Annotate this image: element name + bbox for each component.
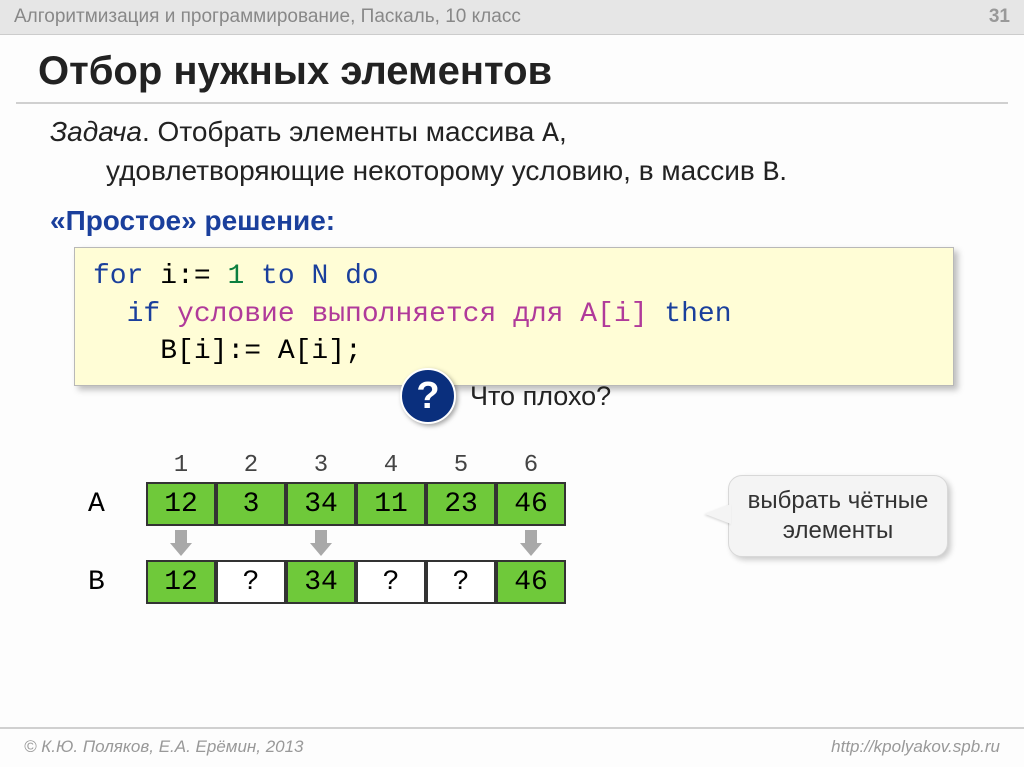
task-array-b: B [762, 158, 779, 189]
arrow-down-icon [310, 530, 332, 556]
question-text: Что плохо? [470, 381, 611, 412]
idx-2: 2 [216, 452, 286, 482]
slide-content: Отбор нужных элементов Задача. Отобрать … [0, 35, 1024, 604]
b-cell-3: 34 [286, 560, 356, 604]
literal-one: 1 [227, 261, 244, 292]
condition-text: условие выполняется для A[i] [160, 299, 647, 330]
select-even-callout: выбрать чётные элементы [728, 475, 948, 557]
breadcrumb: Алгоритмизация и программирование, Паска… [14, 6, 521, 28]
array-a-label: A [88, 489, 146, 520]
array-b-label: B [88, 567, 146, 598]
footer: © К.Ю. Поляков, Е.А. Ерёмин, 2013 http:/… [0, 727, 1024, 767]
a-cell-2: 3 [216, 482, 286, 526]
kw-if: if [93, 299, 160, 330]
a-cell-5: 23 [426, 482, 496, 526]
idx-6: 6 [496, 452, 566, 482]
page-number: 31 [989, 6, 1010, 28]
idx-4: 4 [356, 452, 426, 482]
question-mark-icon: ? [400, 368, 456, 424]
divider [16, 102, 1008, 104]
b-cell-2: ? [216, 560, 286, 604]
arrow-down-icon [520, 530, 542, 556]
b-cell-4: ? [356, 560, 426, 604]
kw-for: for [93, 261, 143, 292]
footer-url: http://kpolyakov.spb.ru [831, 737, 1000, 757]
task-prefix: Задача [50, 116, 142, 147]
array-b-row: B 12 ? 34 ? ? 46 [88, 560, 1024, 604]
code-box: for i:= 1 to N do if условие выполняется… [74, 247, 954, 386]
kw-do: N do [295, 261, 379, 292]
footer-copyright: © К.Ю. Поляков, Е.А. Ерёмин, 2013 [24, 737, 304, 757]
a-cell-3: 34 [286, 482, 356, 526]
arrow-down-icon [170, 530, 192, 556]
page-title: Отбор нужных элементов [0, 41, 1024, 102]
task-comma: , [559, 116, 567, 147]
b-cell-1: 12 [146, 560, 216, 604]
task-array-a: A [542, 119, 559, 150]
idx-1: 1 [146, 452, 216, 482]
idx-5: 5 [426, 452, 496, 482]
simple-heading: «Простое» решение: [0, 193, 1024, 247]
idx-3: 3 [286, 452, 356, 482]
task-text: Задача. Отобрать элементы массива A, удо… [0, 114, 1024, 193]
task-dot: . [779, 155, 787, 186]
b-cell-5: ? [426, 560, 496, 604]
task-line1: . Отобрать элементы массива [142, 116, 542, 147]
kw-to: to [244, 261, 294, 292]
code-assign: B[i]:= A[i]; [93, 336, 362, 367]
callout-tail-icon [705, 504, 731, 524]
question-callout: ? Что плохо? [400, 368, 1024, 424]
task-line2: удовлетворяющие некоторому условию, в ма… [106, 155, 762, 186]
kw-then: then [648, 299, 732, 330]
a-cell-1: 12 [146, 482, 216, 526]
a-cell-6: 46 [496, 482, 566, 526]
header-bar: Алгоритмизация и программирование, Паска… [0, 0, 1024, 35]
b-cell-6: 46 [496, 560, 566, 604]
a-cell-4: 11 [356, 482, 426, 526]
